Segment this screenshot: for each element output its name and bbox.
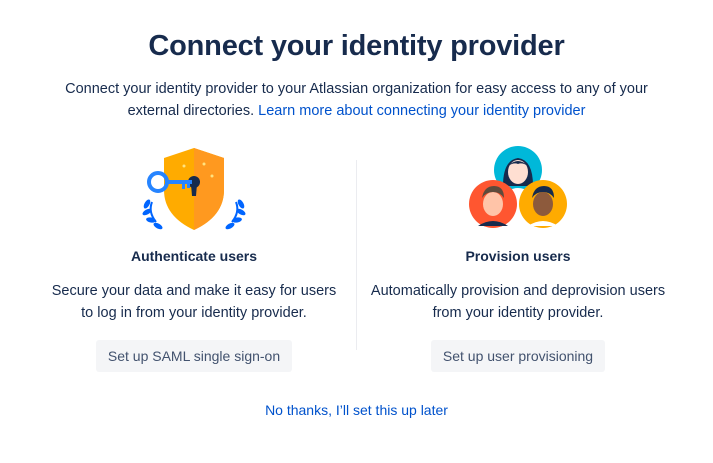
setup-saml-button[interactable]: Set up SAML single sign-on <box>95 340 293 372</box>
shield-key-icon <box>142 148 246 230</box>
setup-provisioning-button[interactable]: Set up user provisioning <box>430 340 606 372</box>
laurel-right-icon <box>225 199 246 230</box>
page-title: Connect your identity provider <box>148 30 565 62</box>
users-group-icon <box>469 146 567 228</box>
provision-users-description: Automatically provision and deprovision … <box>370 283 666 321</box>
skip-container: No thanks, I’ll set this up later <box>0 402 713 418</box>
authenticate-illustration <box>44 142 344 234</box>
laurel-left-icon <box>142 199 163 230</box>
provision-illustration <box>368 142 668 234</box>
learn-more-link[interactable]: Learn more about connecting your identit… <box>258 103 585 119</box>
skip-setup-link[interactable]: No thanks, I’ll set this up later <box>265 402 448 418</box>
connect-idp-page: Connect your identity provider Connect y… <box>0 0 713 463</box>
authenticate-users-title: Authenticate users <box>130 248 258 264</box>
column-divider <box>356 160 357 350</box>
authenticate-users-description: Secure your data and make it easy for us… <box>51 283 337 321</box>
authenticate-users-card: Authenticate users Secure your data and … <box>44 142 344 372</box>
provision-users-card: Provision users Automatically provision … <box>368 142 668 372</box>
intro-paragraph: Connect your identity provider to your A… <box>40 78 673 122</box>
provision-users-title: Provision users <box>465 248 571 264</box>
avatar-right-icon <box>519 180 567 228</box>
avatar-left-icon <box>469 180 517 228</box>
